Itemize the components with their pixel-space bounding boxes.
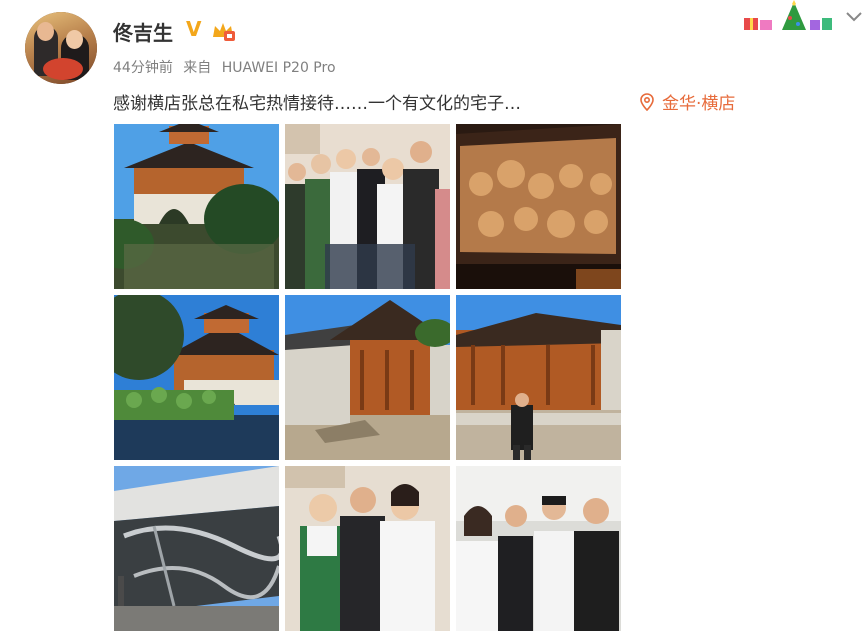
photo-pavilion-garden[interactable] xyxy=(114,124,279,289)
photo-wood-carving[interactable] xyxy=(456,124,621,289)
location-link[interactable]: 金华·横店 xyxy=(640,89,735,114)
author-avatar[interactable] xyxy=(25,12,97,84)
author-name[interactable]: 佟吉生 xyxy=(113,17,173,46)
photo-stone-wall[interactable] xyxy=(114,466,279,631)
photo-three-people[interactable] xyxy=(285,466,450,631)
photo-hall-man-standing[interactable] xyxy=(456,295,621,460)
post-text: 感谢横店张总在私宅热情接待……一个有文化的宅子… xyxy=(113,94,521,114)
location-pin-icon xyxy=(640,92,654,111)
chevron-down-icon[interactable] xyxy=(845,10,863,24)
verified-badge-icon: V xyxy=(186,17,202,41)
photo-group-indoor[interactable] xyxy=(285,124,450,289)
photo-courtyard-hall[interactable] xyxy=(285,295,450,460)
christmas-decoration-icon xyxy=(744,0,832,30)
photo-grid xyxy=(114,124,621,632)
source-prefix: 来自 xyxy=(183,60,212,76)
location-label: 金华·横店 xyxy=(662,94,736,114)
post-meta: 44分钟前 来自 HUAWEI P20 Pro xyxy=(113,57,342,77)
source-device[interactable]: HUAWEI P20 Pro xyxy=(222,60,336,76)
photo-four-people[interactable] xyxy=(456,466,621,631)
level-crown-icon xyxy=(213,23,235,41)
post-time[interactable]: 44分钟前 xyxy=(113,60,173,76)
photo-lotus-pond-pavilion[interactable] xyxy=(114,295,279,460)
